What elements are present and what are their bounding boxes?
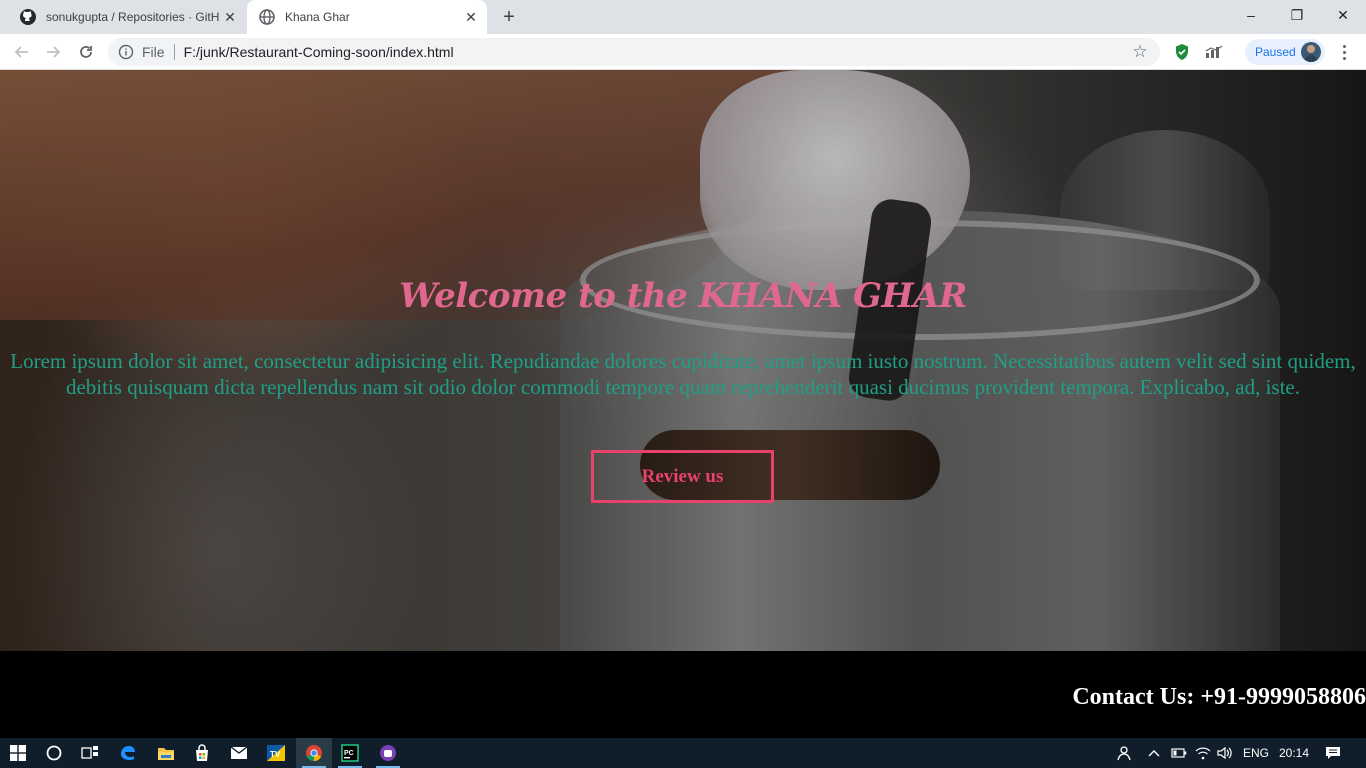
intro-paragraph: Lorem ipsum dolor sit amet, consectetur …: [10, 349, 1356, 399]
volume-icon[interactable]: [1214, 738, 1236, 768]
edge-icon[interactable]: [110, 738, 146, 768]
hero-background-image: Welcome to the KHANA GHAR Lorem ipsum do…: [0, 70, 1366, 651]
webpage: Welcome to the KHANA GHAR Lorem ipsum do…: [0, 70, 1366, 738]
forward-button[interactable]: [40, 39, 66, 65]
review-us-button[interactable]: Review us: [591, 450, 774, 503]
browser-menu-icon[interactable]: [1334, 42, 1354, 62]
wifi-icon[interactable]: [1192, 738, 1214, 768]
battery-icon[interactable]: [1168, 738, 1190, 768]
page-heading: Welcome to the KHANA GHAR: [399, 276, 967, 316]
address-divider: [173, 44, 175, 60]
profile-status: Paused: [1255, 45, 1296, 59]
address-bar[interactable]: File F:/junk/Restaurant-Coming-soon/inde…: [108, 38, 1160, 66]
svg-text:PC: PC: [344, 750, 354, 757]
close-tab-icon[interactable]: ✕: [461, 7, 481, 27]
profile-button[interactable]: Paused: [1245, 39, 1325, 65]
tab-strip: sonukgupta / Repositories · GitHub ✕ Kha…: [0, 0, 1366, 34]
url-scheme: File: [142, 44, 165, 60]
extra-app-icon[interactable]: [370, 738, 406, 768]
footer: Contact Us: +91-9999058806: [0, 651, 1366, 738]
task-view-icon[interactable]: [72, 738, 108, 768]
analytics-extension-icon[interactable]: [1204, 42, 1224, 62]
close-tab-icon[interactable]: ✕: [220, 7, 240, 27]
globe-icon: [259, 9, 275, 25]
pycharm-icon[interactable]: PC: [332, 738, 368, 768]
svg-text:TV: TV: [270, 750, 281, 759]
close-window-button[interactable]: ✕: [1320, 0, 1366, 30]
tab-github[interactable]: sonukgupta / Repositories · GitHub ✕: [8, 0, 246, 34]
url-text[interactable]: F:/junk/Restaurant-Coming-soon/index.htm…: [184, 44, 1130, 60]
forward-arrow-icon: [47, 46, 61, 58]
github-icon: [20, 9, 36, 25]
chrome-icon[interactable]: [296, 738, 332, 768]
people-icon[interactable]: [1114, 738, 1136, 768]
bookmark-star-icon[interactable]: ☆: [1130, 42, 1150, 62]
mail-icon[interactable]: [221, 738, 257, 768]
store-icon[interactable]: [184, 738, 220, 768]
start-icon[interactable]: [0, 738, 36, 768]
restore-button[interactable]: ❐: [1274, 0, 1320, 30]
language-indicator[interactable]: ENG: [1240, 738, 1272, 768]
tab-title: sonukgupta / Repositories · GitHub: [46, 10, 220, 24]
browser-toolbar: File F:/junk/Restaurant-Coming-soon/inde…: [0, 34, 1366, 70]
reload-button[interactable]: [73, 39, 99, 65]
windows-taskbar: TV PC ENG 20:14: [0, 738, 1366, 768]
back-arrow-icon: [14, 46, 28, 58]
clock[interactable]: 20:14: [1274, 738, 1314, 768]
back-button[interactable]: [9, 39, 35, 65]
tab-title: Khana Ghar: [285, 10, 350, 24]
file-explorer-icon[interactable]: [148, 738, 184, 768]
info-icon[interactable]: [118, 44, 134, 60]
chevron-up-icon[interactable]: [1144, 738, 1164, 768]
cortana-icon[interactable]: [36, 738, 72, 768]
shield-extension-icon[interactable]: [1172, 42, 1192, 62]
notification-icon[interactable]: [1318, 738, 1348, 768]
new-tab-button[interactable]: +: [498, 6, 520, 28]
contact-info: Contact Us: +91-9999058806: [1072, 684, 1366, 710]
tab-khana-ghar[interactable]: Khana Ghar ✕: [247, 0, 487, 34]
teamviewer-icon[interactable]: TV: [258, 738, 294, 768]
minimize-button[interactable]: –: [1228, 0, 1274, 30]
reload-icon: [80, 46, 92, 58]
avatar: [1301, 42, 1321, 62]
